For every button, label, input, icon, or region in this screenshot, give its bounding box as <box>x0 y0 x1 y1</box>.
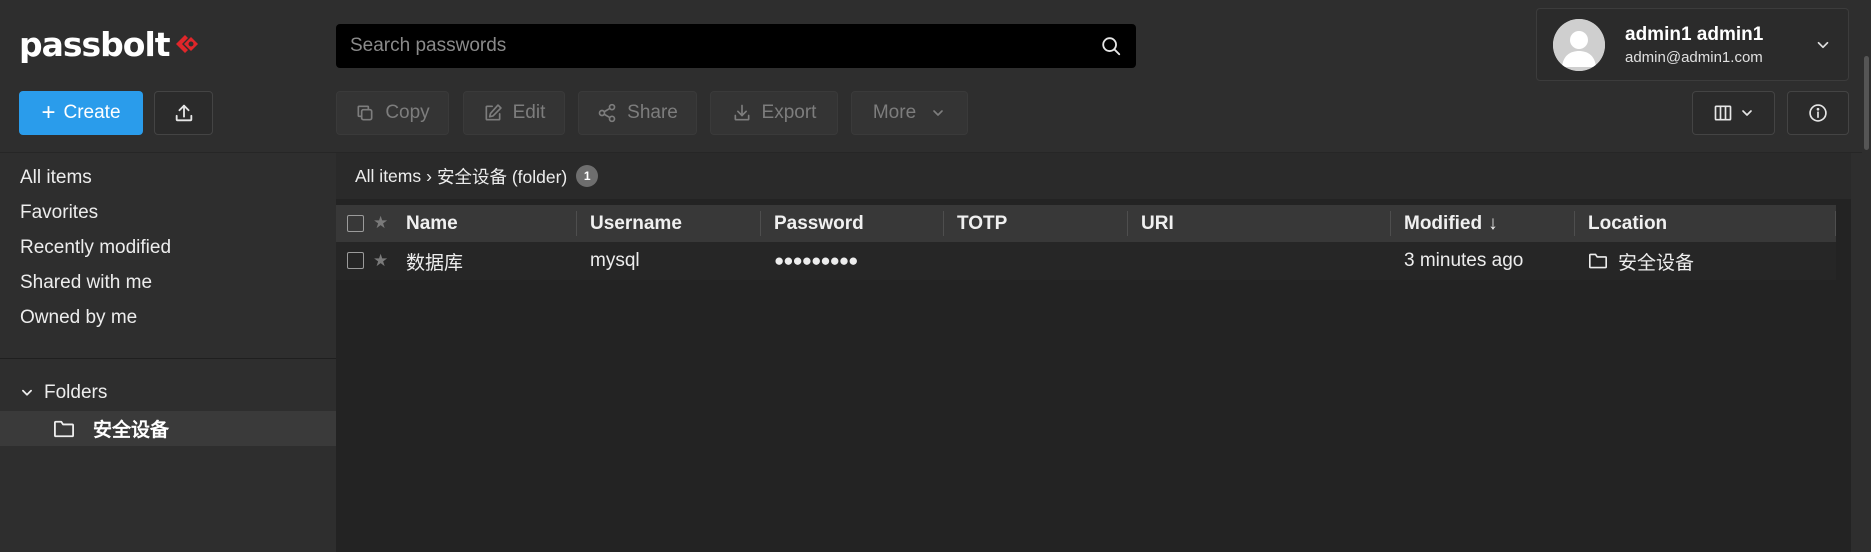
logo-mark-icon <box>175 35 198 53</box>
edit-icon <box>485 104 502 121</box>
cell-modified: 3 minutes ago <box>1404 250 1524 271</box>
sidebar-divider <box>0 358 336 359</box>
export-button[interactable]: Export <box>710 91 838 135</box>
share-icon <box>598 103 616 123</box>
row-select-checkbox[interactable] <box>347 252 364 269</box>
sidebar-item-all-items[interactable]: All items <box>20 167 92 189</box>
breadcrumb-root[interactable]: All items <box>355 166 421 187</box>
copy-icon <box>357 105 373 121</box>
columns-icon <box>1714 105 1731 121</box>
create-button[interactable]: + Create <box>19 91 143 135</box>
brand-name: passbolt <box>19 24 171 64</box>
column-header-modified[interactable]: Modified ↓ <box>1404 205 1498 242</box>
sidebar-item-owned-by-me[interactable]: Owned by me <box>20 307 137 329</box>
breadcrumb-current: 安全设备 (folder) <box>436 166 568 187</box>
breadcrumb-separator: › <box>426 165 432 186</box>
star-icon: ★ <box>373 213 389 232</box>
upload-icon <box>175 104 192 122</box>
user-profile-menu[interactable]: admin1 admin1 admin@admin1.com <box>1536 8 1849 81</box>
avatar <box>1553 18 1605 71</box>
folders-section-toggle[interactable]: Folders <box>20 382 107 404</box>
cell-username: mysql <box>590 250 640 271</box>
sort-descending-icon: ↓ <box>1488 212 1498 234</box>
select-all-checkbox[interactable] <box>347 215 364 232</box>
column-header-name[interactable]: Name <box>406 205 458 242</box>
favorite-star-icon[interactable]: ★ <box>373 251 388 271</box>
breadcrumb: All items › 安全设备 (folder) 1 <box>336 153 1851 199</box>
copy-button[interactable]: Copy <box>336 91 449 135</box>
columns-settings-button[interactable] <box>1692 91 1775 135</box>
column-separator[interactable] <box>760 211 761 236</box>
sidebar-item-shared-with-me[interactable]: Shared with me <box>20 272 152 294</box>
sidebar: All items Favorites Recently modified Sh… <box>0 153 336 552</box>
share-button[interactable]: Share <box>578 91 697 135</box>
scrollbar-thumb[interactable] <box>1864 56 1869 150</box>
search-input[interactable] <box>350 35 1100 57</box>
column-header-uri[interactable]: URI <box>1141 205 1174 242</box>
column-header-location[interactable]: Location <box>1588 205 1667 242</box>
sidebar-item-recently-modified[interactable]: Recently modified <box>20 237 171 259</box>
column-header-totp[interactable]: TOTP <box>957 205 1007 242</box>
user-name: admin1 admin1 <box>1625 23 1764 45</box>
passbolt-logo[interactable]: passbolt <box>19 24 200 64</box>
chevron-down-icon <box>1741 110 1752 116</box>
cell-location-label: 安全设备 <box>1618 252 1695 274</box>
column-header-modified-label: Modified <box>1404 212 1483 234</box>
info-button[interactable] <box>1787 91 1849 135</box>
column-header-password[interactable]: Password <box>774 205 864 242</box>
sidebar-folder-item[interactable]: 安全设备 <box>0 411 336 446</box>
search-bar[interactable] <box>336 24 1136 68</box>
search-icon[interactable] <box>1100 35 1122 57</box>
download-icon <box>734 104 750 121</box>
default-avatar-icon <box>1553 18 1605 71</box>
sidebar-item-favorites[interactable]: Favorites <box>20 202 98 224</box>
create-label: Create <box>63 102 121 123</box>
export-label: Export <box>761 102 817 123</box>
cell-location[interactable]: 安全设备 <box>1588 242 1694 280</box>
import-button[interactable] <box>154 91 213 135</box>
folder-icon <box>1589 253 1607 269</box>
chevron-down-icon[interactable] <box>1814 36 1832 54</box>
chevron-down-icon <box>22 389 32 396</box>
more-label: More <box>872 102 917 123</box>
edit-label: Edit <box>512 102 546 123</box>
user-email: admin@admin1.com <box>1625 48 1763 66</box>
column-separator[interactable] <box>1390 211 1391 236</box>
chevron-down-icon <box>933 110 943 116</box>
folder-name: 安全设备 <box>93 420 170 441</box>
info-icon <box>1809 104 1827 122</box>
edit-button[interactable]: Edit <box>463 91 565 135</box>
copy-label: Copy <box>385 102 430 123</box>
plus-icon: + <box>41 99 56 126</box>
grid-header: ★ Name Username Password TOTP URI Modifi… <box>336 205 1836 242</box>
cell-name: 数据库 <box>406 252 464 274</box>
more-button[interactable]: More <box>851 91 968 135</box>
column-separator[interactable] <box>1835 211 1836 236</box>
item-count-badge: 1 <box>576 165 599 187</box>
column-separator[interactable] <box>1127 211 1128 236</box>
folder-icon <box>54 420 74 437</box>
column-separator[interactable] <box>1574 211 1575 236</box>
folders-label: Folders <box>44 382 108 403</box>
column-header-username[interactable]: Username <box>590 205 682 242</box>
column-separator[interactable] <box>576 211 577 236</box>
table-row[interactable]: ★ 数据库 mysql ●●●●●●●●● 3 minutes ago 安全设备 <box>336 242 1836 280</box>
cell-password[interactable]: ●●●●●●●●● <box>774 242 858 280</box>
column-separator[interactable] <box>943 211 944 236</box>
share-label: Share <box>627 102 678 123</box>
